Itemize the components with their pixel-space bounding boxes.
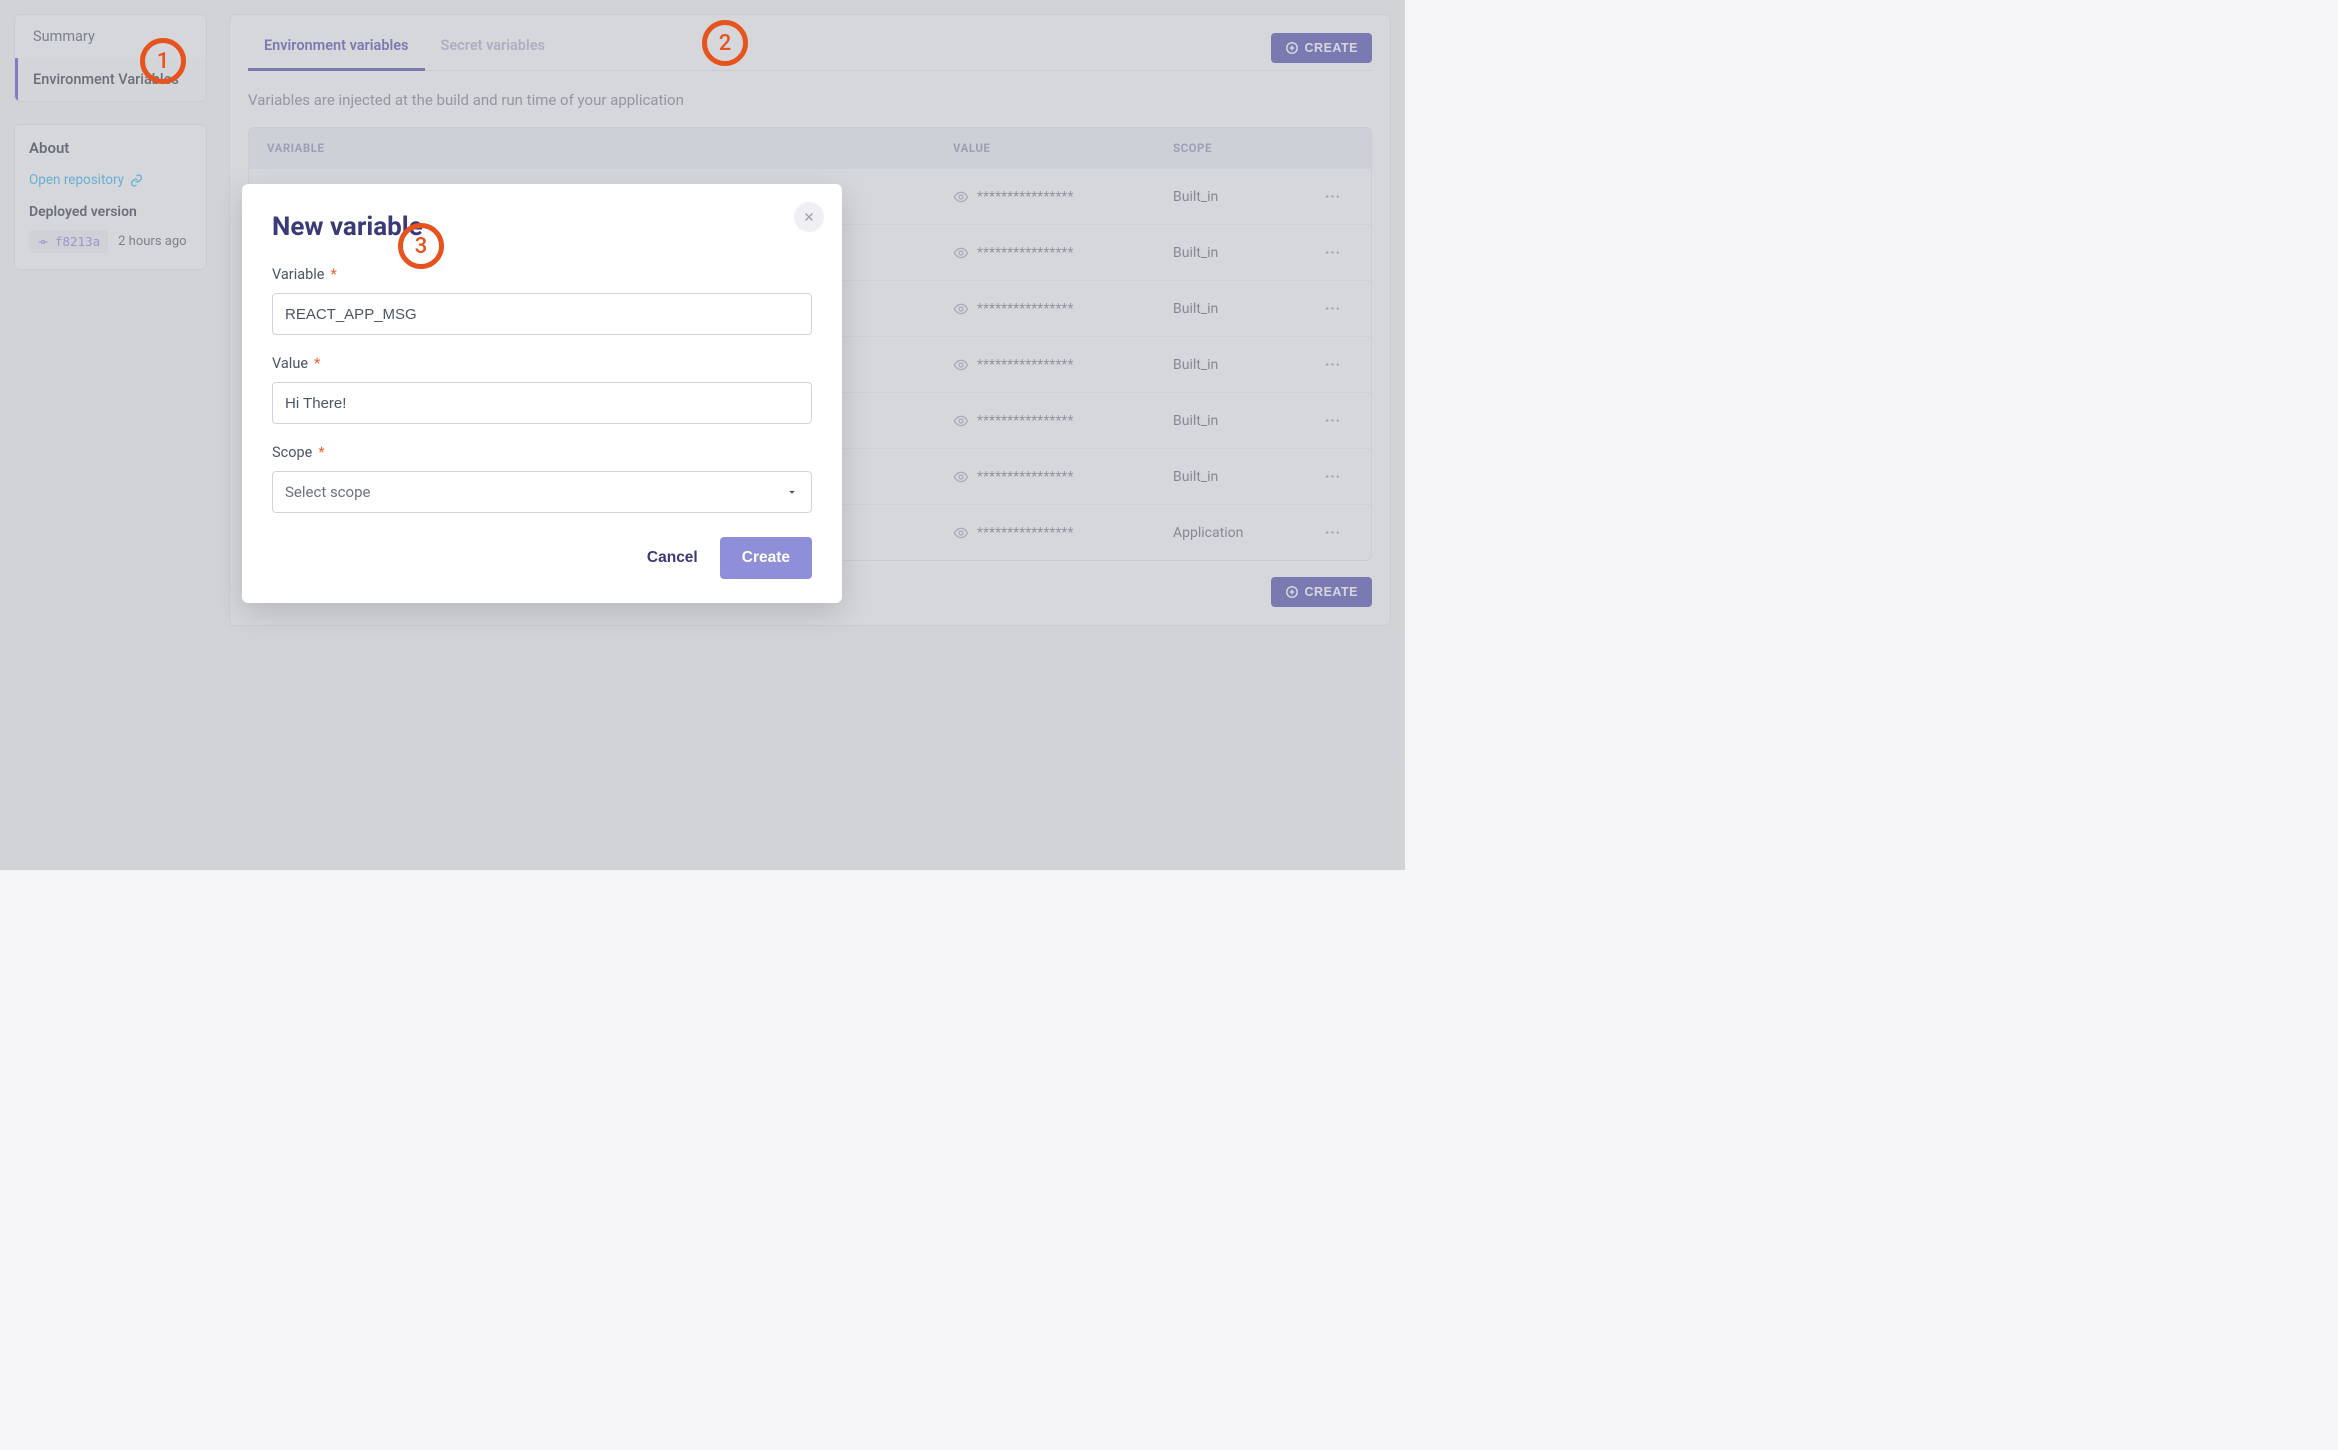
scope-select[interactable]: Select scope: [272, 471, 812, 513]
modal-close-button[interactable]: [794, 202, 824, 232]
value-label: Value*: [272, 355, 812, 372]
variable-label: Variable*: [272, 266, 812, 283]
scope-label: Scope*: [272, 444, 812, 461]
cancel-button[interactable]: Cancel: [647, 549, 698, 567]
new-variable-modal: New variable Variable* Value* Scope* Sel…: [242, 184, 842, 603]
close-icon: [802, 210, 816, 224]
form-group-value: Value*: [272, 355, 812, 424]
modal-title: New variable: [272, 212, 812, 242]
value-input[interactable]: [272, 382, 812, 424]
scope-placeholder: Select scope: [285, 483, 370, 501]
form-group-scope: Scope* Select scope: [272, 444, 812, 513]
modal-actions: Cancel Create: [272, 537, 812, 579]
chevron-down-icon: [785, 485, 799, 499]
variable-input[interactable]: [272, 293, 812, 335]
modal-create-button[interactable]: Create: [720, 537, 812, 579]
form-group-variable: Variable*: [272, 266, 812, 335]
